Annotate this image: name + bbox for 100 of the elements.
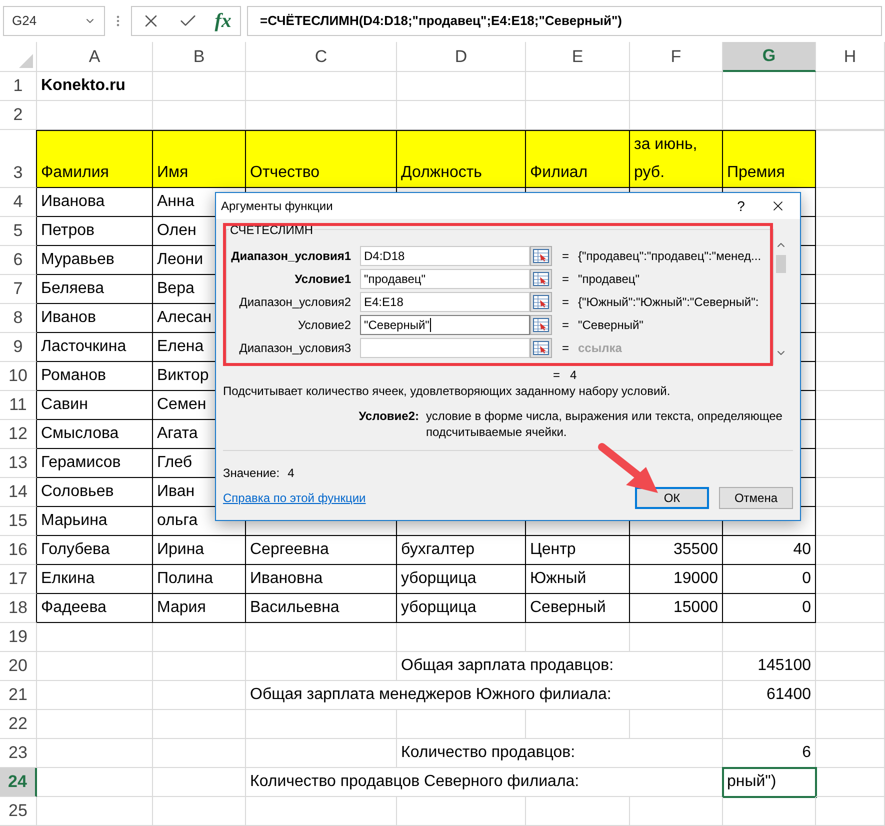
table-cell: Общая зарплата продавцов: bbox=[397, 652, 723, 681]
value-result: 4 bbox=[288, 465, 294, 481]
range-select-button[interactable] bbox=[530, 315, 552, 335]
row-header[interactable]: 18 bbox=[0, 594, 37, 623]
range-select-icon bbox=[533, 318, 549, 332]
row-header[interactable]: 13 bbox=[0, 449, 37, 478]
row-header[interactable]: 8 bbox=[0, 304, 37, 333]
table-cell: уборщица bbox=[397, 594, 526, 623]
argument-field[interactable] bbox=[360, 338, 530, 358]
row-header[interactable]: 25 bbox=[0, 797, 37, 826]
range-select-icon bbox=[533, 272, 549, 286]
table-cell: 0 bbox=[723, 565, 816, 594]
range-select-icon bbox=[533, 249, 549, 263]
row-header[interactable]: 19 bbox=[0, 623, 37, 652]
argument-result: {"продавец":"продавец":"менед... bbox=[578, 248, 762, 264]
row-header[interactable]: 12 bbox=[0, 420, 37, 449]
argument-label: Условие2 bbox=[296, 317, 351, 333]
row-header[interactable]: 9 bbox=[0, 333, 37, 362]
table-cell: Иванов bbox=[37, 304, 153, 333]
table-cell: Количество продавцов Северного филиала: bbox=[246, 768, 723, 797]
range-select-icon bbox=[533, 341, 549, 355]
column-header[interactable]: B bbox=[153, 42, 246, 72]
column-header[interactable]: E bbox=[526, 42, 630, 72]
row-header[interactable]: 17 bbox=[0, 565, 37, 594]
range-select-button[interactable] bbox=[530, 269, 552, 289]
equals-sign: = bbox=[562, 271, 570, 287]
help-button[interactable]: ? bbox=[726, 198, 756, 214]
pointer-arrow bbox=[596, 441, 660, 495]
equals-sign: = bbox=[562, 317, 570, 333]
row-header[interactable]: 1 bbox=[0, 72, 37, 101]
row-header[interactable]: 5 bbox=[0, 217, 37, 246]
table-cell: за июнь, руб. bbox=[630, 130, 723, 188]
table-cell: Савин bbox=[37, 391, 153, 420]
table-cell: 6 bbox=[723, 739, 816, 768]
row-header[interactable]: 16 bbox=[0, 536, 37, 565]
argument-label: Условие1 bbox=[294, 271, 351, 287]
table-cell: Ласточкина bbox=[37, 333, 153, 362]
insert-function-button[interactable]: fx bbox=[214, 6, 232, 36]
table-cell: Романов bbox=[37, 362, 153, 391]
column-header[interactable]: G bbox=[723, 42, 816, 72]
table-cell: Северный bbox=[526, 594, 630, 623]
table-cell: Елкина bbox=[37, 565, 153, 594]
range-select-button[interactable] bbox=[530, 246, 552, 266]
table-cell: Герамисов bbox=[37, 449, 153, 478]
equals-sign: = bbox=[562, 248, 570, 264]
row-header[interactable]: 20 bbox=[0, 652, 37, 681]
table-cell: Фамилия bbox=[37, 130, 153, 188]
column-header[interactable]: C bbox=[246, 42, 397, 72]
row-header[interactable]: 22 bbox=[0, 710, 37, 739]
scroll-thumb[interactable] bbox=[776, 255, 786, 273]
column-header[interactable]: D bbox=[397, 42, 526, 72]
table-cell: Ивановна bbox=[246, 565, 397, 594]
argument-help-label: Условие2: bbox=[358, 408, 419, 425]
equals-sign: = bbox=[562, 340, 570, 356]
row-header[interactable]: 24 bbox=[0, 768, 37, 797]
table-cell: Полина bbox=[153, 565, 246, 594]
table-cell: Количество продавцов: bbox=[397, 739, 723, 768]
argument-result: "продавец" bbox=[578, 271, 640, 287]
total-result: 4 bbox=[570, 367, 577, 383]
row-header[interactable]: 15 bbox=[0, 507, 37, 536]
table-cell: Смыслова bbox=[37, 420, 153, 449]
table-cell: Васильевна bbox=[246, 594, 397, 623]
column-header[interactable]: H bbox=[816, 42, 885, 72]
selected-cell[interactable]: рный") bbox=[723, 768, 816, 797]
dialog-button[interactable]: ОК bbox=[635, 487, 709, 509]
formula-field[interactable]: =СЧЁТЕСЛИМН(D4:D18;"продавец";E4:E18;"Северный") bbox=[247, 6, 882, 36]
row-header[interactable]: 14 bbox=[0, 478, 37, 507]
argument-field[interactable]: "продавец" bbox=[360, 269, 530, 289]
argument-field[interactable]: E4:E18 bbox=[360, 292, 530, 312]
table-cell: Ирина bbox=[153, 536, 246, 565]
table-cell: 0 bbox=[723, 594, 816, 623]
column-header[interactable]: A bbox=[37, 42, 153, 72]
row-header[interactable]: 6 bbox=[0, 246, 37, 275]
equals-sign: = bbox=[562, 294, 570, 310]
argument-field[interactable]: D4:D18 bbox=[360, 246, 530, 266]
argument-field[interactable]: "Северный" bbox=[360, 315, 530, 335]
table-cell: Мария bbox=[153, 594, 246, 623]
dialog-button[interactable]: Отмена bbox=[719, 487, 793, 509]
row-header[interactable]: 2 bbox=[0, 101, 37, 130]
row-header[interactable]: 10 bbox=[0, 362, 37, 391]
row-header[interactable]: 7 bbox=[0, 275, 37, 304]
row-header[interactable]: 4 bbox=[0, 188, 37, 217]
name-box[interactable]: G24 bbox=[3, 6, 105, 36]
table-cell: Муравьев bbox=[37, 246, 153, 275]
table-cell: Петров bbox=[37, 217, 153, 246]
table-cell: 145100 bbox=[723, 652, 816, 681]
argument-result: "Северный" bbox=[578, 317, 644, 333]
table-cell: Беляева bbox=[37, 275, 153, 304]
range-select-button[interactable] bbox=[530, 338, 552, 358]
table-cell: Должность bbox=[397, 130, 526, 188]
table-cell: Иванова bbox=[37, 188, 153, 217]
table-cell: бухгалтер bbox=[397, 536, 526, 565]
row-header[interactable]: 21 bbox=[0, 681, 37, 710]
corner-triangle-icon bbox=[19, 54, 33, 68]
equals-sign: = bbox=[553, 367, 560, 383]
range-select-button[interactable] bbox=[530, 292, 552, 312]
table-cell: Центр bbox=[526, 536, 630, 565]
row-header[interactable]: 11 bbox=[0, 391, 37, 420]
table-cell: Фадеева bbox=[37, 594, 153, 623]
range-select-icon bbox=[533, 295, 549, 309]
